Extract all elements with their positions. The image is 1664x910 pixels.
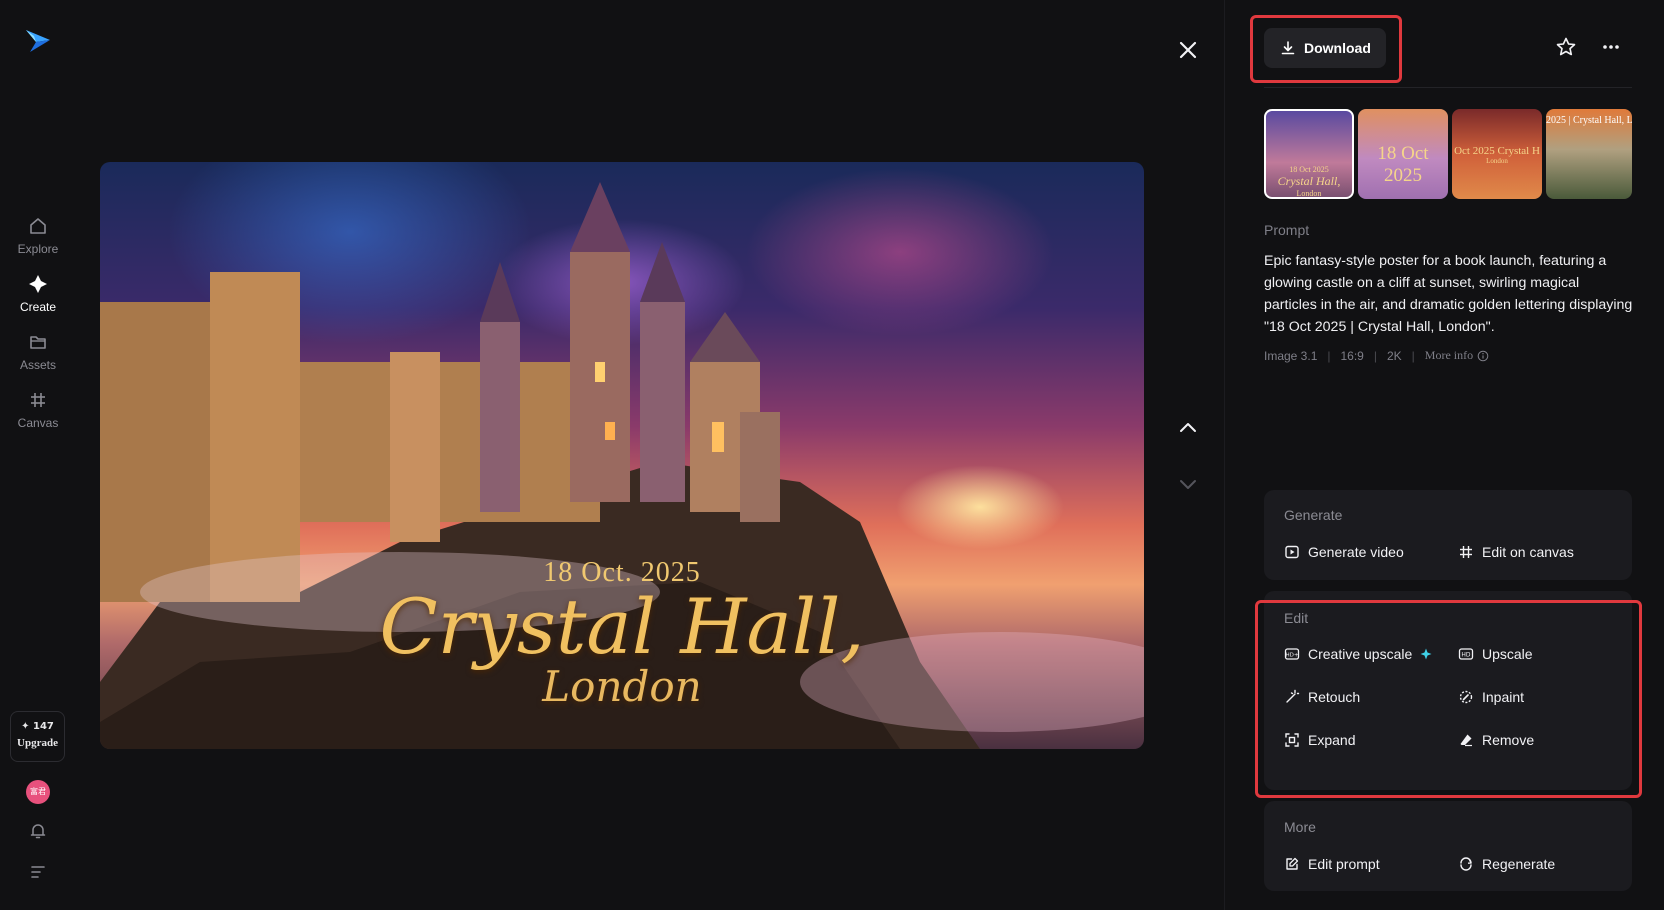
edit-prompt-button[interactable]: Edit prompt <box>1284 856 1380 872</box>
edit-title: Edit <box>1284 610 1309 626</box>
generate-title: Generate <box>1284 507 1343 523</box>
canvas-icon <box>31 393 45 407</box>
generate-video-button[interactable]: Generate video <box>1284 544 1404 560</box>
expand-icon <box>1285 733 1299 747</box>
eraser-icon <box>1460 734 1472 747</box>
regenerate-button[interactable]: Regenerate <box>1458 856 1555 872</box>
thumbnail-text: London <box>1486 157 1508 165</box>
download-label: Download <box>1304 40 1371 56</box>
upgrade-button[interactable]: ✦ 147 Upgrade <box>10 711 65 762</box>
generate-card: Generate Generate video Edit on canvas <box>1264 490 1632 580</box>
upscale-label: Upscale <box>1482 646 1533 662</box>
star-icon[interactable] <box>1555 36 1577 58</box>
meta-ratio: 16:9 <box>1340 348 1364 363</box>
inpaint-label: Inpaint <box>1482 689 1525 705</box>
download-button[interactable]: Download <box>1264 28 1386 68</box>
menu-icon[interactable] <box>29 862 47 880</box>
thumbnail-2[interactable]: 18 Oct 2025 <box>1358 109 1448 199</box>
bell-icon[interactable] <box>29 822 47 840</box>
remove-button[interactable]: Remove <box>1458 732 1534 748</box>
avatar[interactable]: 富君 <box>26 780 50 804</box>
creative-upscale-label: Creative upscale <box>1308 646 1413 662</box>
video-icon <box>1285 545 1299 559</box>
credits-count: ✦ 147 <box>21 721 54 732</box>
thumbnail-text: Oct 2025 Crystal H <box>1454 145 1540 157</box>
retouch-button[interactable]: Retouch <box>1284 689 1360 705</box>
chevron-up-icon[interactable] <box>1176 416 1200 440</box>
expand-button[interactable]: Expand <box>1284 732 1355 748</box>
close-icon[interactable] <box>1176 38 1200 62</box>
meta-separator: | <box>1411 348 1415 363</box>
thumbnail-text: London <box>1296 189 1322 198</box>
hd-icon: HD <box>1458 648 1474 660</box>
thumbnail-4[interactable]: 2025 | Crystal Hall, L <box>1546 109 1632 199</box>
thumbnail-3[interactable]: Oct 2025 Crystal H London <box>1452 109 1542 199</box>
prompt-text: Epic fantasy-style poster for a book lau… <box>1264 253 1633 335</box>
more-info-link[interactable]: More info <box>1425 348 1473 363</box>
regenerate-label: Regenerate <box>1482 856 1556 872</box>
app-root: Explore Create Assets Canvas ✦ 147 Upgra… <box>0 0 1664 910</box>
folder-icon <box>30 336 46 349</box>
creative-upscale-button[interactable]: HD+ Creative upscale <box>1284 646 1432 662</box>
header-divider <box>1264 87 1632 88</box>
inpaint-icon <box>1459 690 1473 704</box>
nav-item-label: Assets <box>19 358 56 372</box>
thumbnail-text: 18 Oct 2025 <box>1377 143 1429 186</box>
image-meta: Image 3.1 | 16:9 | 2K | More info <box>1264 348 1489 363</box>
edit-on-canvas-label: Edit on canvas <box>1482 544 1574 560</box>
thumbnail-1[interactable]: 18 Oct 2025 Crystal Hall, London <box>1264 109 1354 199</box>
edit-card: Edit HD+ Creative upscale HD Upscale Ret… <box>1264 591 1632 790</box>
nav-item-create[interactable]: Create <box>0 274 76 314</box>
download-icon <box>1281 41 1295 55</box>
edit-on-canvas-button[interactable]: Edit on canvas <box>1458 544 1574 560</box>
hd-plus-icon: HD+ <box>1284 648 1300 660</box>
retouch-label: Retouch <box>1308 689 1361 705</box>
meta-resolution: 2K <box>1386 348 1402 363</box>
svg-text:HD: HD <box>1461 652 1471 659</box>
poster-subtitle: London <box>542 662 702 711</box>
meta-model: Image 3.1 <box>1264 348 1318 363</box>
expand-label: Expand <box>1308 732 1356 748</box>
refresh-icon <box>1460 857 1472 871</box>
sparkle-icon <box>29 275 47 293</box>
inpaint-button[interactable]: Inpaint <box>1458 689 1524 705</box>
meta-separator: | <box>1327 348 1331 363</box>
more-options-icon[interactable] <box>1600 36 1622 58</box>
edit-prompt-label: Edit prompt <box>1308 856 1380 872</box>
sparkle-icon <box>1420 648 1432 660</box>
upgrade-label: Upgrade <box>17 737 58 749</box>
edit-icon <box>1286 857 1299 870</box>
canvas-icon <box>1460 546 1472 558</box>
more-title: More <box>1284 819 1316 835</box>
prompt-label: Prompt <box>1264 222 1310 238</box>
remove-label: Remove <box>1482 732 1535 748</box>
nav-item-explore[interactable]: Explore <box>0 216 76 256</box>
home-icon <box>30 218 46 234</box>
svg-text:HD+: HD+ <box>1286 653 1299 659</box>
chevron-down-icon[interactable] <box>1176 472 1200 496</box>
poster-title: Crystal Hall, <box>379 582 865 671</box>
nav-item-label: Create <box>19 300 57 314</box>
more-card: More Edit prompt Regenerate <box>1264 801 1632 891</box>
meta-separator: | <box>1373 348 1377 363</box>
thumbnail-text: 2025 | Crystal Hall, L <box>1546 115 1632 126</box>
info-icon[interactable] <box>1477 350 1489 362</box>
nav-item-label: Explore <box>17 242 59 256</box>
nav-item-assets[interactable]: Assets <box>0 332 76 372</box>
thumbnail-text: 18 Oct 2025 <box>1289 165 1329 174</box>
left-nav: Explore Create Assets Canvas ✦ 147 Upgra… <box>0 0 76 910</box>
upscale-button[interactable]: HD Upscale <box>1458 646 1533 662</box>
generated-image: 18 Oct. 2025 Crystal Hall, London <box>100 162 1144 749</box>
generate-video-label: Generate video <box>1308 544 1404 560</box>
panel-divider <box>1224 0 1225 910</box>
thumbnail-text: Crystal Hall, <box>1277 174 1341 188</box>
magic-wand-icon <box>1286 689 1300 703</box>
nav-item-canvas[interactable]: Canvas <box>0 390 76 430</box>
app-logo[interactable] <box>24 26 52 54</box>
nav-item-label: Canvas <box>17 416 59 430</box>
